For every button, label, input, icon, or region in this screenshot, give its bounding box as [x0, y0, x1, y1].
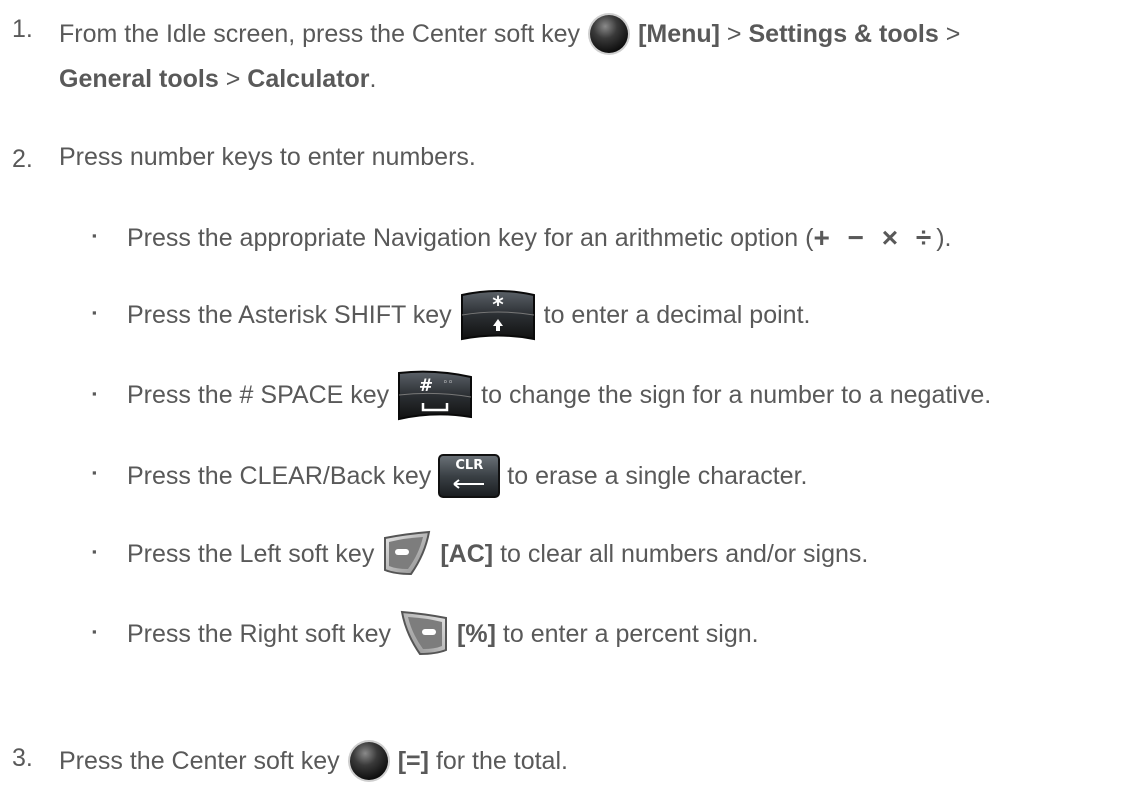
bullet-text: Press the Left soft key	[127, 539, 375, 568]
arithmetic-operators: + − × ÷	[813, 222, 937, 253]
bullet-text-end: to erase a single character.	[507, 461, 808, 490]
bullet-text-end: to enter a decimal point.	[543, 300, 811, 329]
step-3-number: 3.	[12, 744, 33, 772]
ac-label: [AC]	[440, 539, 494, 568]
right-soft-key-icon	[400, 610, 448, 656]
separator: >	[938, 19, 961, 48]
bullet-glyph: ▪	[92, 305, 97, 320]
svg-text:◦◦: ◦◦	[443, 378, 454, 388]
general-tools-label: General tools	[59, 64, 219, 93]
step-2-text: Press number keys to enter numbers.	[59, 142, 476, 171]
bullet-text: Press the CLEAR/Back key	[127, 461, 432, 490]
step-3-text: Press the Center soft key	[59, 746, 340, 775]
bullet-text: Press the Asterisk SHIFT key	[127, 300, 452, 329]
svg-text:#: #	[419, 376, 433, 396]
step-1-line-1: From the Idle screen, press the Center s…	[59, 6, 960, 62]
separator: >	[719, 19, 749, 48]
settings-tools-label: Settings & tools	[748, 19, 939, 48]
asterisk-shift-key-icon: *	[460, 290, 535, 341]
left-soft-key-icon	[384, 530, 431, 576]
step-2-number: 2.	[12, 145, 33, 173]
bullet-hash: Press the # SPACE key # ◦◦ to change the…	[127, 366, 991, 424]
step-3-line: Press the Center soft key [=] for the to…	[59, 733, 568, 789]
bullet-arithmetic: Press the appropriate Navigation key for…	[127, 216, 952, 260]
center-soft-key-icon	[347, 740, 390, 782]
equals-label: [=]	[397, 746, 429, 775]
menu-label: [Menu]	[638, 19, 720, 48]
hash-space-key-icon: # ◦◦	[398, 370, 473, 421]
bullet-glyph: ▪	[92, 624, 97, 639]
bullet-text-end: ).	[936, 223, 952, 252]
separator: >	[218, 64, 248, 93]
clear-key-label: CLR	[455, 458, 484, 473]
step-1-text: From the Idle screen, press the Center s…	[59, 19, 581, 48]
bullet-glyph: ▪	[92, 386, 97, 401]
bullet-text-end: to enter a percent sign.	[502, 619, 759, 648]
bullet-text: Press the # SPACE key	[127, 380, 390, 409]
bullet-glyph: ▪	[92, 228, 97, 243]
step-1-number: 1.	[12, 15, 33, 43]
bullet-text: Press the Right soft key	[127, 619, 392, 648]
bullet-asterisk: Press the Asterisk SHIFT key * to enter …	[127, 286, 810, 344]
bullet-text-end: to clear all numbers and/or signs.	[500, 539, 869, 568]
bullet-right-soft: Press the Right soft key [%] to enter a …	[127, 608, 759, 660]
bullet-left-soft: Press the Left soft key [AC] to clear al…	[127, 528, 868, 580]
bullet-text: Press the appropriate Navigation key for…	[127, 223, 814, 252]
percent-label: [%]	[457, 619, 496, 648]
bullet-glyph: ▪	[92, 465, 97, 480]
bullet-clear: Press the CLEAR/Back key CLR to erase a …	[127, 452, 807, 500]
period: .	[369, 64, 377, 93]
step-1-line-2: General tools > Calculator .	[59, 59, 376, 99]
bullet-text-end: to change the sign for a number to a neg…	[481, 380, 992, 409]
step-3-text-end: for the total.	[435, 746, 568, 775]
center-soft-key-icon	[588, 13, 631, 55]
clear-back-key-icon: CLR	[438, 454, 501, 498]
svg-text:*: *	[492, 293, 504, 318]
calculator-label: Calculator	[247, 64, 370, 93]
bullet-glyph: ▪	[92, 544, 97, 559]
